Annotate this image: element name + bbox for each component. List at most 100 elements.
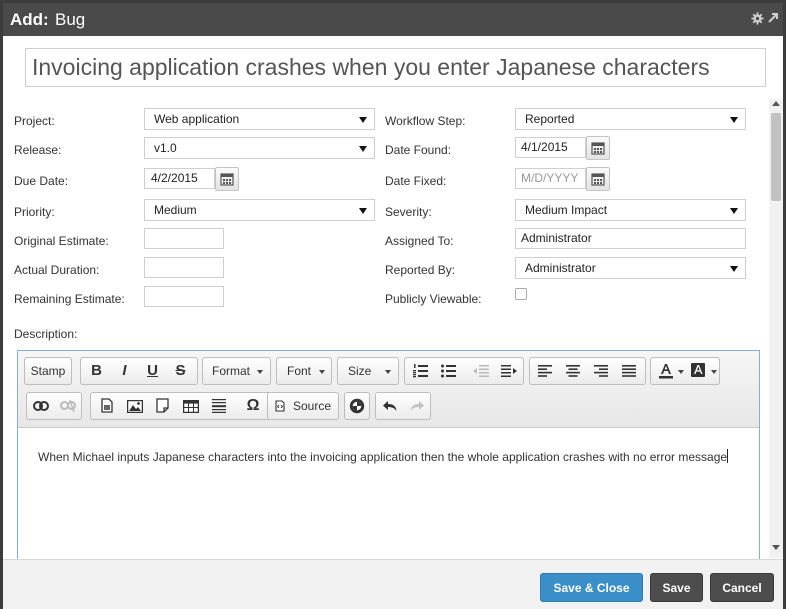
release-value: v1.0 [154,141,177,155]
remaining-estimate-input[interactable] [144,286,224,307]
justify-button[interactable] [616,358,643,384]
background-color-icon [691,363,705,377]
scroll-up-icon[interactable] [772,101,780,106]
numbered-list-icon [413,364,428,378]
original-estimate-input[interactable] [144,228,224,249]
spellcheck-button[interactable] [345,393,369,419]
link-group [26,392,82,420]
bug-title-input[interactable]: Invoicing application crashes when you e… [25,48,766,87]
horizontal-line-button[interactable] [205,393,232,419]
add-bug-dialog: Add: Bug Invoicing application crashes w… [0,0,786,609]
indent-button[interactable] [495,358,522,384]
chevron-down-icon [359,146,367,152]
reported-by-label: Reported By: [385,263,456,277]
alignment-group [529,357,646,385]
underline-button[interactable]: U [139,358,166,384]
save-button[interactable]: Save [650,573,703,602]
chevron-down-icon [257,370,263,374]
scroll-down-icon[interactable] [772,545,780,550]
chevron-down-icon [730,266,738,272]
insert-group: Ω [90,392,276,420]
chevron-down-icon [678,370,684,374]
italic-button[interactable]: I [111,358,138,384]
actual-duration-label: Actual Duration: [14,263,100,277]
date-fixed-input[interactable]: M/D/YYYY [515,168,586,189]
align-center-button[interactable] [560,358,587,384]
project-select[interactable]: Web application [144,108,375,130]
chevron-down-icon [319,370,325,374]
priority-value: Medium [154,203,197,217]
bold-button[interactable]: B [83,358,110,384]
size-label: Size [348,364,372,378]
align-center-icon [566,365,580,377]
source-button[interactable]: Source [269,393,337,419]
strikethrough-button[interactable]: S [167,358,194,384]
assigned-to-input[interactable]: Administrator [515,228,746,249]
text-color-button[interactable] [653,358,685,384]
stamp-group: Stamp [24,357,72,385]
format-dropdown[interactable]: Format [202,357,271,385]
dialog-title-prefix: Add: [10,10,49,29]
save-and-close-button[interactable]: Save & Close [540,573,643,602]
justify-icon [622,365,636,377]
insert-file-button[interactable] [93,393,120,419]
publicly-viewable-checkbox[interactable] [515,288,527,300]
undo-icon [383,401,397,411]
due-date-input[interactable]: 4/2/2015 [144,168,215,189]
font-caret [319,358,327,384]
align-left-icon [538,365,552,377]
date-found-input[interactable]: 4/1/2015 [515,137,586,158]
unlink-button[interactable] [55,393,81,419]
priority-select[interactable]: Medium [144,199,375,221]
file-icon [101,398,113,413]
scrollbar-thumb[interactable] [771,113,781,201]
undo-redo-group [375,392,431,420]
description-content[interactable]: When Michael inputs Japanese characters … [38,447,748,467]
due-date-calendar-button[interactable] [215,167,239,191]
cancel-button[interactable]: Cancel [710,573,774,602]
font-dropdown[interactable]: Font [276,357,332,385]
reported-by-select[interactable]: Administrator [515,257,746,279]
chevron-down-icon [711,370,717,374]
date-found-calendar-button[interactable] [586,136,610,160]
bulleted-list-button[interactable] [435,358,462,384]
editor-toolbar: Stamp B I U S Format Font Size Ω Source [18,351,759,428]
stamp-button[interactable]: Stamp [25,358,71,384]
assigned-to-label: Assigned To: [385,234,454,248]
size-caret [385,358,393,384]
dialog-footer: Save & Close Save Cancel [3,559,783,609]
actual-duration-input[interactable] [144,257,224,278]
description-text: When Michael inputs Japanese characters … [38,450,728,464]
priority-label: Priority: [14,205,55,219]
gear-icon[interactable] [751,12,764,25]
source-group: Source [267,392,339,420]
workflow-step-select[interactable]: Reported [515,108,746,130]
calendar-icon [591,142,605,155]
source-icon [275,400,285,412]
reported-by-value: Administrator [525,261,596,275]
size-dropdown[interactable]: Size [337,357,399,385]
bulleted-list-icon [441,364,456,378]
expand-icon[interactable] [767,12,779,24]
undo-button[interactable] [377,393,403,419]
background-color-button[interactable] [686,358,718,384]
due-date-label: Due Date: [14,174,69,188]
align-left-button[interactable] [532,358,559,384]
severity-select[interactable]: Medium Impact [515,199,746,221]
outdent-button[interactable] [467,358,494,384]
link-button[interactable] [28,393,54,419]
insert-table-button[interactable] [177,393,204,419]
form-scrollbar[interactable] [769,99,783,558]
date-fixed-calendar-button[interactable] [586,167,610,191]
redo-button[interactable] [404,393,430,419]
align-right-button[interactable] [588,358,615,384]
chevron-down-icon [359,117,367,123]
insert-template-button[interactable] [149,393,176,419]
spellcheck-group [344,392,370,420]
description-editor: Stamp B I U S Format Font Size Ω Source … [17,350,760,562]
numbered-list-button[interactable] [407,358,434,384]
source-label: Source [293,399,332,413]
release-select[interactable]: v1.0 [144,137,375,159]
remaining-estimate-label: Remaining Estimate: [14,292,125,306]
insert-image-button[interactable] [121,393,148,419]
